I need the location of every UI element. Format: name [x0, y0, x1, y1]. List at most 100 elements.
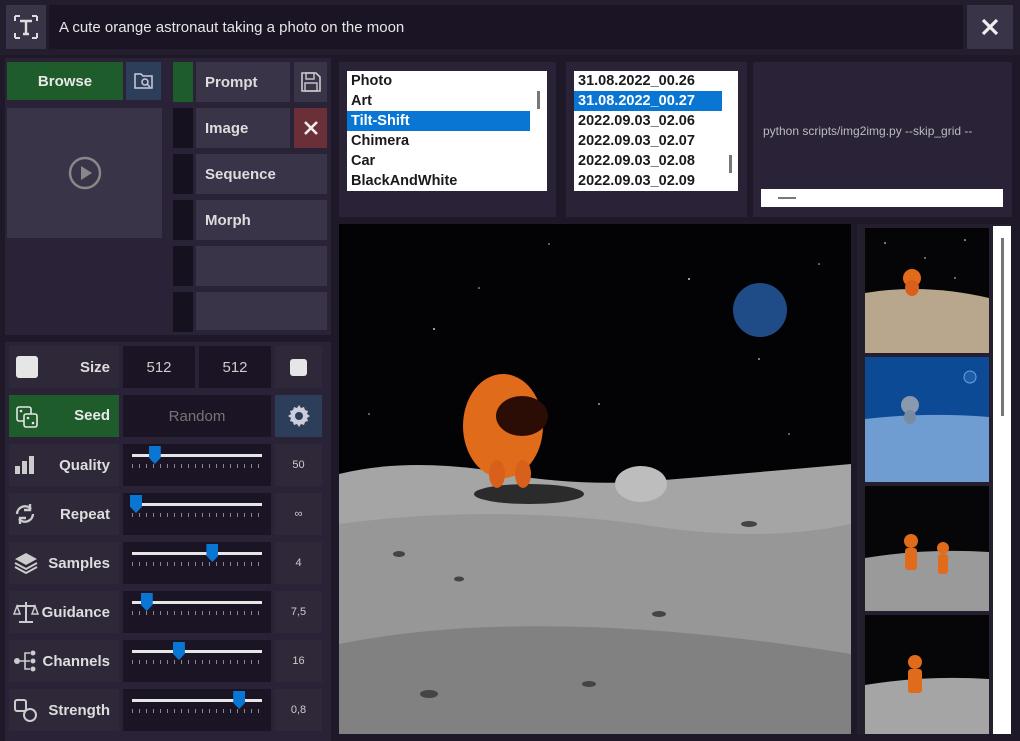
list-item[interactable]: 2022.09.03_02.08	[574, 151, 722, 171]
channels-icon	[13, 640, 39, 682]
slider-label-strength: Strength	[9, 689, 119, 731]
scrollbar-thumb[interactable]	[1001, 238, 1004, 416]
empty-mode-button[interactable]	[196, 246, 327, 286]
history-list[interactable]: 31.08.2022_00.26 31.08.2022_00.27 2022.0…	[574, 71, 722, 191]
slider-label-repeat: Repeat	[9, 493, 119, 535]
scrollbar-thumb[interactable]	[778, 197, 796, 199]
guidance-slider[interactable]	[123, 591, 271, 633]
repeat-value[interactable]: ∞	[275, 493, 322, 535]
main-image[interactable]	[339, 224, 851, 734]
list-item[interactable]: BlackAndWhite	[347, 171, 530, 191]
slider-ticks	[132, 611, 262, 615]
slider-thumb[interactable]	[206, 544, 219, 562]
list-item[interactable]: 2022.09.03_02.07	[574, 131, 722, 151]
seed-toggle-button[interactable]: Seed	[9, 395, 119, 437]
list-item[interactable]: Car	[347, 151, 530, 171]
sequence-mode-indicator	[173, 154, 193, 194]
aspect-lock-toggle[interactable]	[275, 346, 322, 388]
floppy-disk-icon	[300, 72, 321, 92]
slider-label-text: Guidance	[41, 603, 110, 621]
slider-label-samples: Samples	[9, 542, 119, 584]
morph-button[interactable]: Morph	[196, 200, 327, 240]
quality-value[interactable]: 50	[275, 444, 322, 486]
slider-track[interactable]	[132, 650, 262, 653]
slider-ticks	[132, 513, 262, 517]
slider-ticks	[132, 709, 262, 713]
thumbnail[interactable]	[865, 357, 989, 482]
slider-ticks	[132, 562, 262, 566]
prompt-mode-indicator	[173, 62, 193, 102]
history-list-scrollbar[interactable]	[722, 71, 738, 191]
slider-label-text: Channels	[42, 652, 110, 670]
slider-track[interactable]	[132, 552, 262, 555]
samples-value[interactable]: 4	[275, 542, 322, 584]
list-item[interactable]: 2022.09.03_02.09	[574, 171, 722, 191]
thumbnail-scrollbar[interactable]	[993, 226, 1011, 734]
x-icon	[303, 121, 318, 135]
slider-ticks	[132, 660, 262, 664]
seed-settings-button[interactable]	[275, 395, 322, 437]
channels-slider[interactable]	[123, 640, 271, 682]
slider-thumb[interactable]	[233, 691, 246, 709]
source-preview[interactable]	[7, 108, 162, 238]
seed-label: Seed	[74, 407, 110, 424]
slider-thumb[interactable]	[148, 446, 161, 464]
list-item[interactable]: 31.08.2022_00.27	[574, 91, 722, 111]
list-item[interactable]: Tilt-Shift	[347, 111, 530, 131]
image-button[interactable]: Image	[196, 108, 290, 148]
repeat-slider[interactable]	[123, 493, 271, 535]
close-icon	[981, 18, 999, 36]
empty-mode-indicator	[173, 246, 193, 286]
style-list[interactable]: Photo Art Tilt-Shift Chimera Car BlackAn…	[347, 71, 530, 191]
channels-value[interactable]: 16	[275, 640, 322, 682]
seed-input[interactable]	[123, 395, 271, 437]
empty-mode-button[interactable]	[196, 292, 327, 330]
slider-label-text: Quality	[59, 456, 110, 474]
balance-scale-icon	[13, 591, 39, 633]
thumbnail[interactable]	[865, 228, 989, 353]
sequence-button[interactable]: Sequence	[196, 154, 327, 194]
list-item[interactable]: 31.08.2022_00.26	[574, 71, 722, 91]
width-input[interactable]: 512	[123, 346, 195, 388]
strength-slider[interactable]	[123, 689, 271, 731]
save-button[interactable]	[294, 62, 327, 102]
list-item[interactable]: 2022.09.03_02.06	[574, 111, 722, 131]
samples-slider[interactable]	[123, 542, 271, 584]
list-item[interactable]: Chimera	[347, 131, 530, 151]
folder-search-icon	[133, 73, 153, 89]
slider-thumb[interactable]	[172, 642, 185, 660]
prompt-input[interactable]	[49, 5, 963, 49]
scrollbar-thumb[interactable]	[729, 155, 732, 173]
thumbnail[interactable]	[865, 486, 989, 611]
slider-track[interactable]	[132, 503, 262, 506]
slider-thumb[interactable]	[130, 495, 143, 513]
scrollbar-thumb[interactable]	[537, 91, 540, 109]
slider-ticks	[132, 464, 262, 468]
list-item[interactable]: Photo	[347, 71, 530, 91]
text-cursor-icon[interactable]	[6, 5, 46, 49]
delete-button[interactable]	[294, 108, 327, 148]
slider-label-text: Strength	[48, 701, 110, 719]
square-icon	[290, 358, 307, 376]
slider-label-channels: Channels	[9, 640, 119, 682]
thumbnail[interactable]	[865, 615, 989, 734]
shapes-icon	[13, 689, 39, 731]
console-output: python scripts/img2img.py --skip_grid --	[763, 124, 973, 138]
console-scrollbar[interactable]	[761, 189, 1003, 207]
guidance-value[interactable]: 7,5	[275, 591, 322, 633]
prompt-button[interactable]: Prompt	[196, 62, 290, 102]
size-label: Size	[9, 346, 119, 388]
image-mode-indicator	[173, 108, 193, 148]
layers-icon	[13, 542, 39, 584]
height-input[interactable]: 512	[199, 346, 271, 388]
quality-slider[interactable]	[123, 444, 271, 486]
slider-thumb[interactable]	[140, 593, 153, 611]
style-list-scrollbar[interactable]	[530, 71, 547, 191]
repeat-icon	[13, 493, 37, 535]
browse-folder-button[interactable]	[126, 62, 161, 100]
browse-button[interactable]: Browse	[7, 62, 123, 100]
close-button[interactable]	[967, 5, 1013, 49]
slider-label-text: Repeat	[59, 505, 110, 523]
list-item[interactable]: Art	[347, 91, 530, 111]
strength-value[interactable]: 0,8	[275, 689, 322, 731]
